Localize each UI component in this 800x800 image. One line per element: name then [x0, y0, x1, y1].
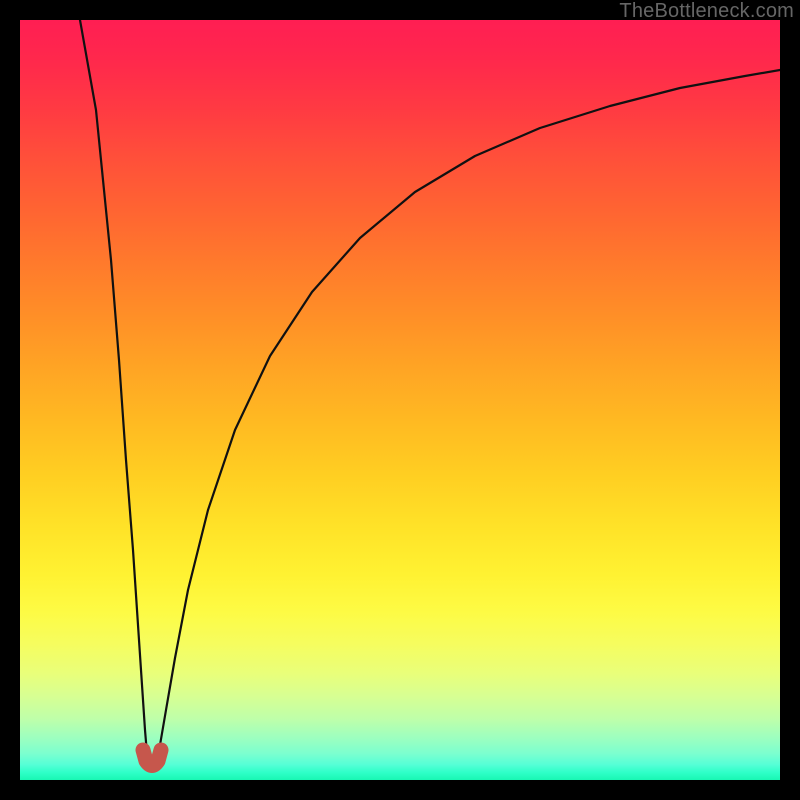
curve-left-branch — [80, 20, 150, 764]
chart-frame: TheBottleneck.com — [0, 0, 800, 800]
bottleneck-curve — [20, 20, 780, 780]
curve-right-branch — [156, 70, 780, 764]
minimum-marker — [143, 750, 161, 766]
plot-area — [20, 20, 780, 780]
watermark-text: TheBottleneck.com — [619, 0, 794, 23]
